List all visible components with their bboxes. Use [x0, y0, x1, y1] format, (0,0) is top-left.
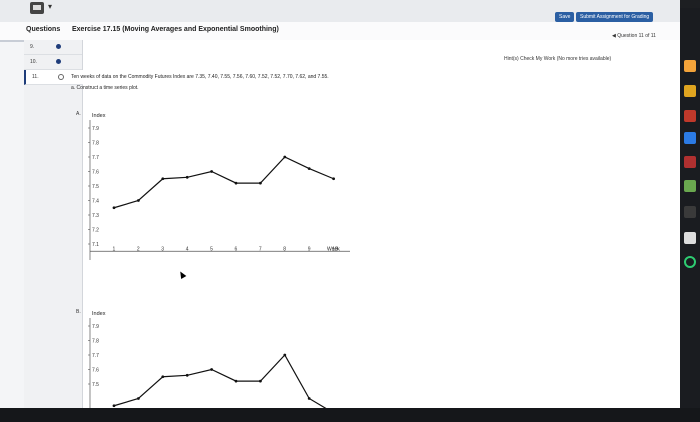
page-title: Exercise 17.15 (Moving Averages and Expo…	[72, 26, 279, 33]
app-icon[interactable]	[684, 110, 696, 122]
save-button[interactable]: Save	[555, 12, 575, 22]
y-tick-label: 7.5	[92, 184, 99, 190]
y-tick-label: 7.1	[92, 242, 99, 248]
x-tick-label: 1	[113, 246, 116, 252]
question-text: Ten weeks of data on the Commodity Futur…	[71, 74, 329, 80]
data-point	[210, 368, 214, 371]
app-icon[interactable]	[684, 256, 696, 268]
question-navigator[interactable]: ◀ Question 11 of 11	[612, 33, 656, 39]
y-tick-label: 7.8	[92, 141, 99, 147]
data-point	[259, 379, 262, 383]
status-dot-icon	[56, 44, 61, 49]
app-icon[interactable]	[684, 132, 696, 144]
data-point	[137, 199, 140, 202]
questions-label: Questions	[26, 26, 61, 33]
question-item[interactable]: 9.	[24, 40, 82, 55]
x-tick-label: 8	[283, 246, 286, 252]
y-tick-label: 7.9	[92, 126, 99, 132]
data-point	[234, 181, 238, 185]
question-list: 9. 10. 11.	[24, 40, 84, 408]
x-tick-label: 3	[161, 246, 164, 252]
app-icon[interactable]	[684, 156, 696, 168]
data-point	[161, 375, 165, 379]
data-point	[307, 397, 311, 400]
y-tick-label: 7.5	[92, 382, 99, 388]
part-a-prompt: a. Construct a time series plot.	[71, 85, 139, 91]
question-number: 11.	[32, 74, 39, 80]
status-dot-icon	[58, 74, 64, 80]
question-number: 9.	[30, 44, 35, 50]
series-line	[113, 156, 334, 209]
y-tick-label: 7.7	[92, 155, 99, 161]
x-axis-label: Week	[327, 246, 340, 252]
y-tick-label: 7.8	[92, 339, 99, 345]
y-tick-label: 7.6	[92, 368, 99, 374]
y-tick-label: 7.6	[92, 170, 99, 176]
x-tick-label: 9	[308, 246, 311, 252]
data-point	[259, 181, 262, 185]
question-item[interactable]: 10.	[24, 55, 82, 70]
app-icon[interactable]	[684, 232, 696, 244]
submit-assignment-button[interactable]: Submit Assignment for Grading	[576, 12, 654, 22]
data-point	[137, 397, 140, 400]
data-point	[283, 155, 287, 159]
data-point	[112, 404, 116, 408]
data-point	[112, 206, 116, 210]
chart-option-a[interactable]: Index 7.9 7.8 7.7 7.6 7.5 7.4 7.3 7.2 7.1 1 2 3 4 5 6 7 8…	[80, 108, 380, 270]
y-tick-label: 7.4	[92, 199, 99, 205]
app-menu-icon[interactable]	[30, 2, 44, 14]
x-tick-label: 6	[235, 246, 238, 252]
data-point	[210, 170, 214, 173]
y-tick-label: 7.2	[92, 228, 99, 234]
data-point	[185, 175, 189, 179]
x-tick-label: 4	[186, 246, 189, 252]
data-point	[283, 353, 287, 357]
hint-check-links[interactable]: Hint(s) Check My Work (No more tries ava…	[504, 56, 611, 62]
chevron-down-icon[interactable]: ▾	[48, 2, 52, 11]
data-point	[185, 373, 189, 377]
app-icon[interactable]	[684, 85, 696, 97]
app-icon[interactable]	[684, 206, 696, 218]
data-point	[332, 177, 335, 181]
y-tick-label: 7.7	[92, 353, 99, 359]
chart-option-b[interactable]: Index 7.9 7.8 7.7 7.6 7.5	[80, 306, 380, 408]
monitor-bezel-bottom	[0, 408, 700, 422]
app-icon[interactable]	[684, 180, 696, 192]
y-axis-label: Index	[92, 113, 106, 119]
x-tick-label: 7	[259, 246, 262, 252]
browser-screen: ▾ Save Submit Assignment for Grading Que…	[0, 0, 680, 408]
data-point	[307, 167, 311, 170]
x-tick-label: 2	[137, 246, 140, 252]
y-tick-label: 7.3	[92, 213, 99, 219]
y-axis-label: Index	[92, 311, 106, 317]
data-point	[234, 379, 238, 383]
data-point	[161, 177, 165, 181]
y-tick-label: 7.9	[92, 324, 99, 330]
question-number: 10.	[30, 59, 37, 65]
series-line	[113, 353, 327, 408]
app-icon[interactable]	[684, 60, 696, 72]
status-dot-icon	[56, 59, 61, 64]
x-tick-label: 5	[210, 246, 213, 252]
